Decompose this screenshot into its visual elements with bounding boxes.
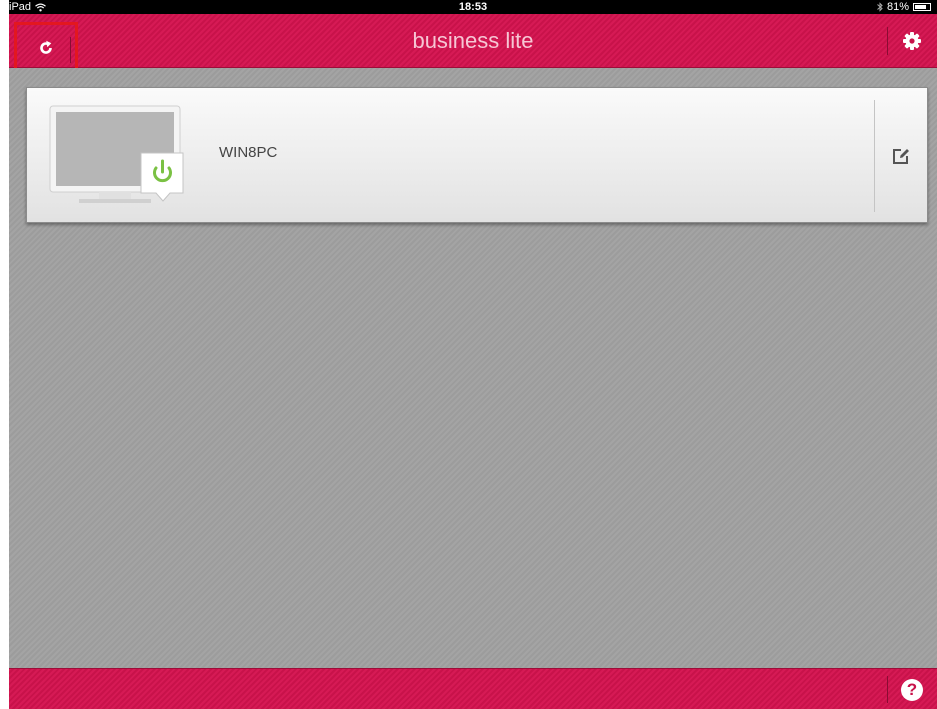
refresh-button[interactable] [14, 22, 78, 74]
device-card[interactable]: WIN8PC [26, 87, 928, 223]
app-frame: iPad 18:53 81% business lite WIN8PC ? [9, 0, 937, 709]
help-button[interactable]: ? [887, 669, 937, 709]
bottom-bar: ? [9, 668, 937, 709]
app-title: business lite [412, 28, 534, 53]
refresh-icon [40, 40, 52, 54]
top-navigation-bar: business lite [9, 14, 937, 74]
edit-icon [893, 149, 909, 164]
monitor-icon [49, 105, 184, 203]
status-bar: iPad 18:53 81% [9, 0, 937, 14]
battery-percentage: 81% [886, 1, 909, 13]
edit-device-button[interactable] [875, 88, 927, 224]
bluetooth-icon [877, 2, 883, 12]
gear-icon [903, 32, 921, 50]
battery-fill [915, 5, 927, 9]
help-icon: ? [901, 678, 923, 701]
divider [70, 37, 71, 63]
divider [887, 676, 888, 703]
status-time: 18:53 [458, 1, 488, 13]
settings-button[interactable] [887, 14, 937, 68]
device-list-area: WIN8PC [9, 68, 937, 668]
divider [887, 27, 888, 55]
battery-icon [913, 3, 931, 11]
device-name: WIN8PC [219, 144, 278, 161]
